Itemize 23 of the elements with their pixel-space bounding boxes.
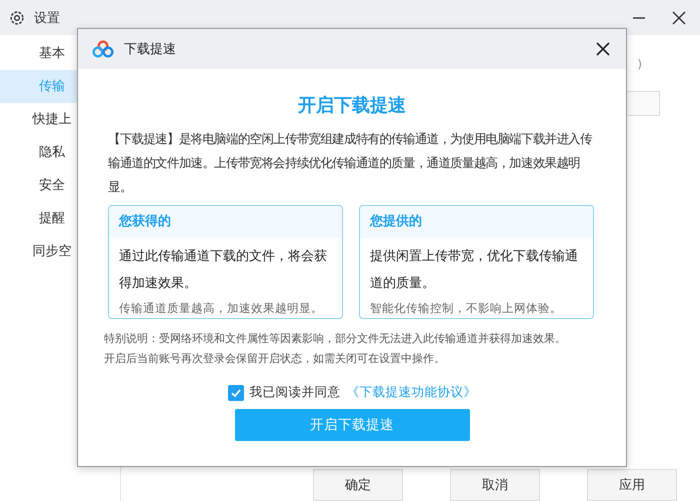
card-header: 您提供的 — [360, 206, 593, 238]
footer-button[interactable]: 应用 — [587, 469, 677, 501]
card-text: 通过此传输通道下载的文件，将会获得加速效果。 — [118, 248, 328, 293]
close-icon[interactable] — [596, 42, 610, 56]
card-header: 您获得的 — [109, 206, 342, 238]
cloud-logo-icon — [92, 40, 114, 58]
settings-icon — [8, 8, 26, 26]
card-note: 智能化传输控制，不影响上网体验。 — [369, 300, 563, 317]
card-text: 提供闲置上传带宽，优化下载传输通道的质量。 — [369, 248, 579, 293]
option-text: ) — [637, 57, 642, 71]
agreement-checkbox[interactable] — [228, 384, 244, 400]
agreement-label: 我已阅读并同意 — [250, 384, 340, 401]
footer-button[interactable]: 确定 — [313, 469, 403, 501]
footer-button[interactable]: 取消 — [450, 469, 540, 501]
dialog-heading: 开启下载提速 — [297, 94, 407, 117]
card-note: 传输通道质量越高，加速效果越明显。 — [118, 300, 324, 317]
note-text: 特别说明：受网络环境和文件属性等因素影响，部分文件无法进入此传输通道并获得加速效果。 — [104, 331, 567, 347]
intro-paragraph: 【下载提速】是将电脑端的空闲上传带宽组建成特有的传输通道，为使用电脑端下载并进入传输通道的文件加速。上传带宽将会持续优化传输通道的质量，通道质量越高，加速效果越明显。 — [108, 131, 593, 196]
close-icon[interactable] — [672, 10, 686, 24]
dialog-title: 下载提速 — [124, 41, 176, 58]
check-icon — [230, 386, 242, 398]
note-text: 开启后当前账号再次登录会保留开启状态，如需关闭可在设置中操作。 — [104, 351, 446, 367]
window-title: 设置 — [34, 10, 60, 26]
